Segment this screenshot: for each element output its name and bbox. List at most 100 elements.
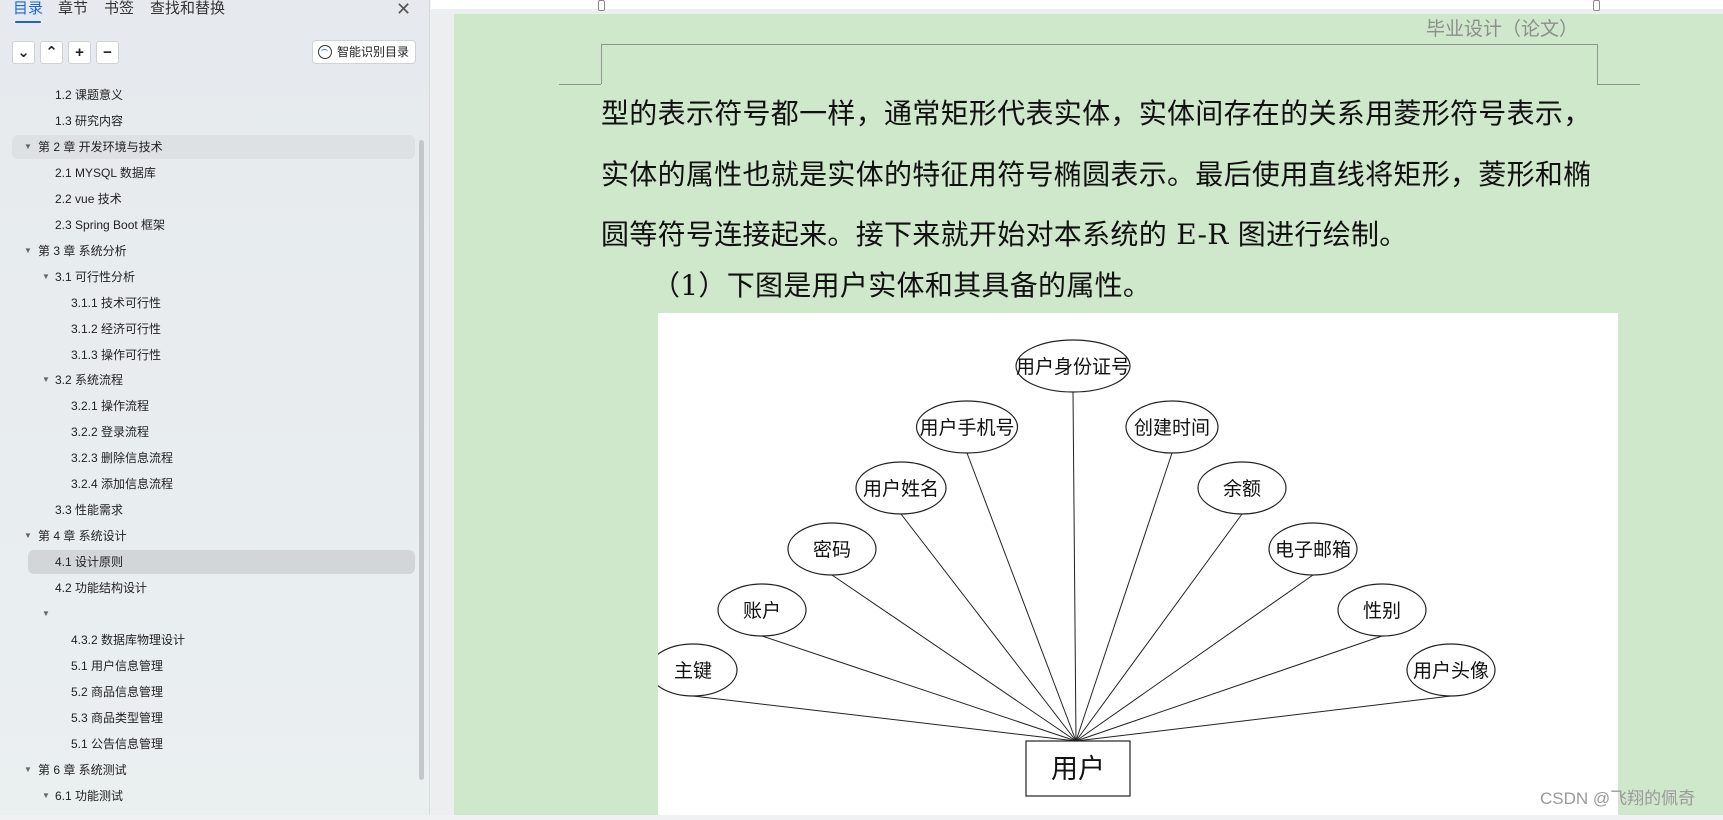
sidebar-scrollbar[interactable] xyxy=(419,140,424,780)
close-icon[interactable]: ✕ xyxy=(396,0,411,18)
toc-item[interactable]: 4.1 设计原则 xyxy=(28,550,415,575)
toc-item[interactable]: 5.1 公告信息管理 xyxy=(0,732,415,756)
toc-item-label: 第 4 章 系统设计 xyxy=(38,529,127,544)
toc-item[interactable]: 5.3 商品类型管理 xyxy=(0,706,415,730)
expand-arrow-icon[interactable]: ▼ xyxy=(42,784,50,808)
toc-item[interactable]: 2.3 Spring Boot 框架 xyxy=(0,213,415,237)
relation-line xyxy=(900,513,1077,742)
toc-item[interactable]: ▼ xyxy=(0,602,415,626)
toc-item-label: 3.2.4 添加信息流程 xyxy=(71,477,174,492)
attribute-label: 余额 xyxy=(1223,478,1261,500)
toc-item-label: 5.1 公告信息管理 xyxy=(71,736,164,751)
toc-item[interactable]: 5.2 商品信息管理 xyxy=(0,680,415,704)
smart-recognize-icon xyxy=(318,45,332,59)
toc-item-label: 第 6 章 系统测试 xyxy=(38,762,127,777)
toc-item-label: 4.2 功能结构设计 xyxy=(55,581,148,596)
toc-item[interactable]: ▼ 第 2 章 开发环境与技术 xyxy=(12,134,415,159)
expand-arrow-icon[interactable]: ▼ xyxy=(42,265,50,289)
toc-item[interactable]: 3.1.3 操作可行性 xyxy=(0,343,415,367)
toc-item[interactable]: 4.3.2 数据库物理设计 xyxy=(0,628,415,652)
remove-item-button[interactable]: − xyxy=(96,41,119,64)
margin-marker-right[interactable] xyxy=(1593,0,1600,11)
toc-item[interactable]: 5.1 用户信息管理 xyxy=(0,654,415,678)
toc-item-label: 5.2 商品信息管理 xyxy=(71,684,164,699)
tab-bookmarks[interactable]: 书签 xyxy=(104,0,134,18)
minus-icon: − xyxy=(103,44,112,61)
expand-arrow-icon[interactable]: ▼ xyxy=(24,135,32,159)
toc-item[interactable]: 3.1.1 技术可行性 xyxy=(0,291,415,315)
toc-item-label: 2.3 Spring Boot 框架 xyxy=(55,217,166,232)
attribute-label: 创建时间 xyxy=(1134,417,1210,439)
expand-arrow-icon[interactable]: ▼ xyxy=(42,368,50,392)
toc-item[interactable]: 2.2 vue 技术 xyxy=(0,187,415,211)
toc-item[interactable]: ▼ 第 4 章 系统设计 xyxy=(0,524,415,548)
plus-icon: + xyxy=(75,44,84,61)
tab-toc[interactable]: 目录 xyxy=(13,0,43,23)
tab-find-replace[interactable]: 查找和替换 xyxy=(150,0,225,18)
margin-mark-right xyxy=(1597,84,1640,85)
toc-item[interactable]: 2.1 MYSQL 数据库 xyxy=(0,161,415,185)
collapse-all-button[interactable]: ⌄ xyxy=(12,41,35,64)
toc-sidebar: 目录 章节 书签 查找和替换 ✕ ⌄ ⌃ + − 智能识别目录 1.2 课题意义… xyxy=(0,0,430,815)
toc-item-label: 3.2.1 操作流程 xyxy=(71,399,150,414)
expand-arrow-icon[interactable]: ▼ xyxy=(24,758,32,782)
header-corner-left xyxy=(601,44,602,84)
relation-line xyxy=(1075,574,1314,742)
watermark: CSDN @飞翔的佩奇 xyxy=(1540,789,1696,808)
attribute-label: 性别 xyxy=(1363,600,1401,622)
attribute-label: 密码 xyxy=(813,539,851,561)
ruler xyxy=(431,0,1723,11)
toc-item-label: 3.1.3 操作可行性 xyxy=(71,347,162,362)
toc-item-label: 3.1 可行性分析 xyxy=(55,269,136,284)
relation-line xyxy=(966,452,1077,742)
attribute-label: 主键 xyxy=(674,660,712,682)
expand-arrow-icon[interactable]: ▼ xyxy=(24,239,32,263)
toc-item-label: 1.2 课题意义 xyxy=(55,88,124,102)
relation-line xyxy=(692,695,1077,742)
page-header-text: 毕业设计（论文） xyxy=(1426,18,1579,40)
toc-item[interactable]: 3.1.2 经济可行性 xyxy=(0,317,415,341)
paragraph-line: 型的表示符号都一样，通常矩形代表实体，实体间存在的关系用菱形符号表示， xyxy=(601,97,1592,130)
toc-item-label: 5.1 用户信息管理 xyxy=(71,658,164,673)
add-item-button[interactable]: + xyxy=(68,41,91,64)
toc-item[interactable]: ▼ 第 3 章 系统分析 xyxy=(0,239,415,263)
toc-item[interactable]: 3.2.2 登录流程 xyxy=(0,420,415,444)
relation-line xyxy=(1075,635,1383,742)
paragraph-line: 实体的属性也就是实体的特征用符号椭圆表示。最后使用直线将矩形，菱形和椭 xyxy=(601,158,1592,191)
toc-item-label: 3.1.2 经济可行性 xyxy=(71,321,162,336)
toc-item[interactable]: 3.2.1 操作流程 xyxy=(0,394,415,418)
toc-item[interactable]: 1.2 课题意义 xyxy=(0,83,415,107)
toc-item-label: 第 3 章 系统分析 xyxy=(38,243,127,258)
entity-label: 用户 xyxy=(1051,754,1105,784)
toc-item[interactable]: ▼ 3.2 系统流程 xyxy=(0,368,415,392)
relation-line xyxy=(1075,695,1452,742)
smart-toc-button[interactable]: 智能识别目录 xyxy=(312,40,416,64)
er-diagram: 主键 账户 密码 用户姓名 用户手机号 用户身份证号 创建时间 余额 电子邮箱 性别 用户头像 用户 xyxy=(648,313,1618,815)
toc-item-label: 4.3.2 数据库物理设计 xyxy=(71,632,186,647)
toc-item[interactable]: 3.3 性能需求 xyxy=(0,498,415,522)
toc-item[interactable]: 1.3 研究内容 xyxy=(0,109,415,133)
toc-item[interactable]: ▼ 第 6 章 系统测试 xyxy=(0,758,415,782)
attribute-label: 用户头像 xyxy=(1413,660,1489,682)
toc-item-label: 2.2 vue 技术 xyxy=(55,191,122,206)
toc-item-label: 3.1.1 技术可行性 xyxy=(71,295,162,310)
toc-item-label: 3.3 性能需求 xyxy=(55,503,124,518)
toc-item-label: 6.1 功能测试 xyxy=(55,788,124,803)
paragraph-line: 圆等符号连接起来。接下来就开始对本系统的 E-R 图进行绘制。 xyxy=(601,218,1408,251)
expand-button[interactable]: ⌃ xyxy=(40,41,63,64)
toc-item[interactable]: 3.2.3 删除信息流程 xyxy=(0,446,415,470)
toc-item[interactable]: 4.2 功能结构设计 xyxy=(0,576,415,600)
margin-marker-left[interactable] xyxy=(598,0,605,11)
expand-arrow-icon[interactable]: ▼ xyxy=(42,602,50,626)
tab-chapters[interactable]: 章节 xyxy=(58,0,88,18)
toc-item[interactable]: ▼ 6.1 功能测试 xyxy=(0,784,415,808)
toc-item-label: 1.3 研究内容 xyxy=(55,113,124,128)
expand-arrow-icon[interactable]: ▼ xyxy=(24,524,32,548)
relation-line xyxy=(1075,452,1173,742)
attribute-label: 用户姓名 xyxy=(863,478,939,500)
attribute-label: 账户 xyxy=(743,600,781,622)
toc-item[interactable]: 3.2.4 添加信息流程 xyxy=(0,472,415,496)
attribute-label: 用户身份证号 xyxy=(1016,356,1130,378)
toc-item[interactable]: ▼ 3.1 可行性分析 xyxy=(0,265,415,289)
paragraph-line: （1）下图是用户实体和其具备的属性。 xyxy=(652,269,1152,302)
